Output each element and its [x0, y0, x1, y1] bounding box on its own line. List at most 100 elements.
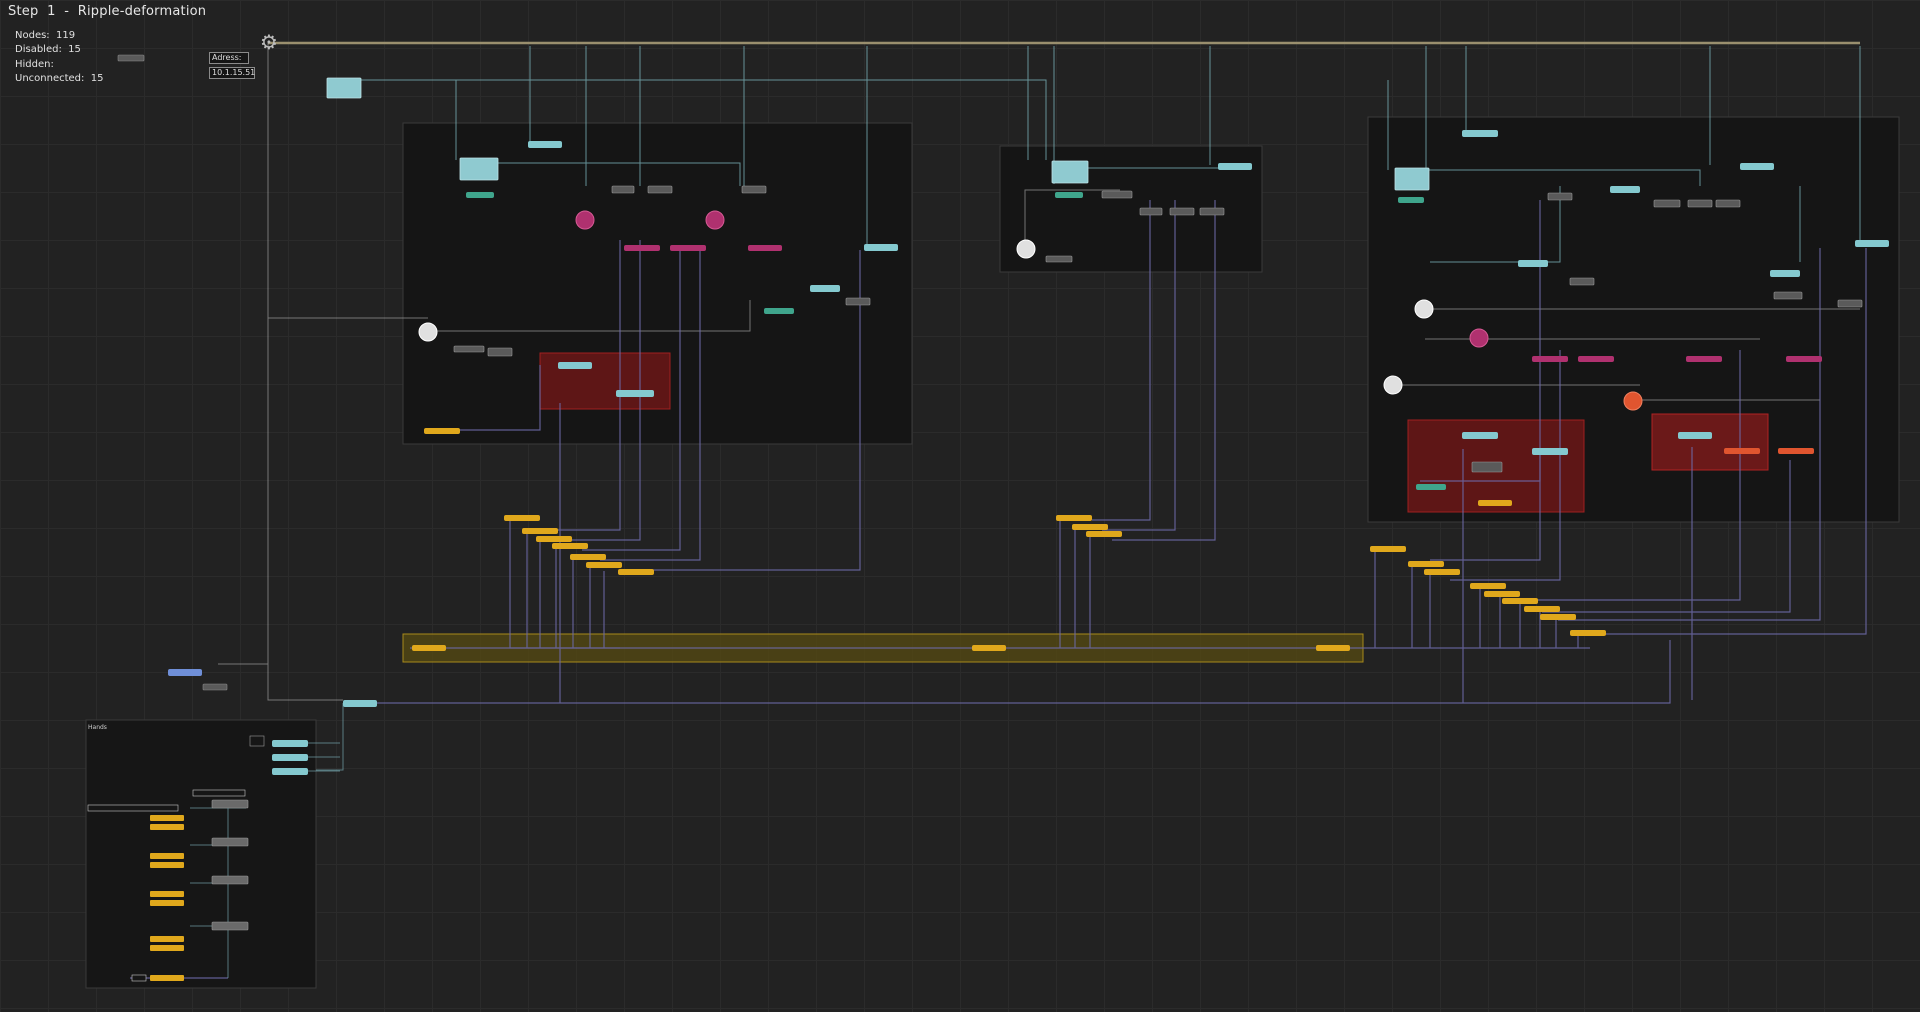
node-yellow-red-right[interactable] — [1478, 500, 1512, 506]
node-grey-right-b[interactable] — [1653, 199, 1681, 208]
hands-input-c[interactable] — [131, 974, 147, 982]
node-magenta-b[interactable] — [670, 245, 706, 251]
hands-yellow-7[interactable] — [150, 936, 184, 942]
hands-grey-b[interactable] — [211, 837, 249, 847]
hands-yellow-6[interactable] — [150, 900, 184, 906]
node-yellow-r7[interactable] — [1524, 606, 1560, 612]
node-yellow-m2[interactable] — [1072, 524, 1108, 530]
hands-yellow-9[interactable] — [150, 975, 184, 981]
hands-teal-b[interactable] — [272, 754, 308, 761]
node-grey-middle-b[interactable] — [1139, 207, 1163, 216]
node-teal-a[interactable] — [528, 141, 562, 148]
node-teal-right-c[interactable] — [1855, 240, 1889, 247]
hands-yellow-4[interactable] — [150, 862, 184, 868]
node-grey-right-e[interactable] — [1569, 277, 1595, 286]
node-grey-f[interactable] — [487, 347, 513, 357]
node-grey-c[interactable] — [741, 185, 767, 194]
node-grey-middle-d[interactable] — [1199, 207, 1225, 216]
node-teal-red-b[interactable] — [616, 390, 654, 397]
node-yellow-l1[interactable] — [504, 515, 540, 521]
node-green-middle[interactable] — [1055, 192, 1083, 198]
node-yellow-l2[interactable] — [522, 528, 558, 534]
hands-yellow-8[interactable] — [150, 945, 184, 951]
node-yellow-bus-b[interactable] — [972, 645, 1006, 651]
red-group-left[interactable] — [539, 352, 671, 410]
hands-grey-c[interactable] — [211, 875, 249, 885]
node-teal-right-f[interactable] — [1518, 260, 1548, 267]
node-yellow-bus-c[interactable] — [1316, 645, 1350, 651]
node-grey-right-a[interactable] — [1547, 192, 1573, 201]
node-teal-box-middle[interactable] — [1051, 160, 1089, 184]
node-grey-left[interactable] — [202, 683, 228, 691]
node-teal-right-e[interactable] — [1770, 270, 1800, 277]
node-teal-right-b[interactable] — [1740, 163, 1774, 170]
node-yellow-m3[interactable] — [1086, 531, 1122, 537]
hands-node-small[interactable] — [249, 735, 265, 747]
node-grey-right-d[interactable] — [1715, 199, 1741, 208]
node-teal-red-right-c[interactable] — [1678, 432, 1712, 439]
address-field[interactable]: 10.1.15.51 — [209, 67, 255, 79]
node-grey-middle-e[interactable] — [1045, 255, 1073, 263]
node-teal-red-right-b[interactable] — [1532, 448, 1568, 455]
node-teal-c[interactable] — [810, 285, 840, 292]
node-grey-b[interactable] — [647, 185, 673, 194]
node-grey-right-c[interactable] — [1687, 199, 1713, 208]
node-teal-right-a[interactable] — [1462, 130, 1498, 137]
node-magenta-c[interactable] — [748, 245, 782, 251]
node-magenta-right-c[interactable] — [1686, 356, 1722, 362]
node-magenta-right-a[interactable] — [1532, 356, 1568, 362]
hands-yellow-5[interactable] — [150, 891, 184, 897]
hands-yellow-3[interactable] — [150, 853, 184, 859]
hands-input-a[interactable] — [192, 789, 246, 797]
node-grey-middle-a[interactable] — [1101, 190, 1133, 199]
node-grey-right-f[interactable] — [1773, 291, 1803, 300]
red-group-right-b[interactable] — [1651, 413, 1769, 471]
node-magenta-circle-b[interactable] — [705, 210, 725, 230]
hands-teal-a[interactable] — [272, 740, 308, 747]
node-orange-circle-right[interactable] — [1623, 391, 1643, 411]
node-grey-a[interactable] — [611, 185, 635, 194]
node-teal-source[interactable] — [326, 77, 362, 99]
node-white-circle-right-b[interactable] — [1383, 375, 1403, 395]
node-magenta-right-d[interactable] — [1786, 356, 1822, 362]
hands-input-b[interactable] — [87, 804, 179, 812]
node-grey-red-right[interactable] — [1471, 461, 1503, 473]
node-yellow-l3[interactable] — [536, 536, 572, 542]
hands-grey-a[interactable] — [211, 799, 249, 809]
node-teal-b[interactable] — [864, 244, 898, 251]
node-yellow-m1[interactable] — [1056, 515, 1092, 521]
node-grey-e[interactable] — [453, 345, 485, 353]
node-yellow-bus-a[interactable] — [412, 645, 446, 651]
node-grey-topleft[interactable] — [117, 54, 145, 62]
node-green-right[interactable] — [1398, 197, 1424, 203]
node-yellow-l6[interactable] — [586, 562, 622, 568]
node-yellow-r1[interactable] — [1370, 546, 1406, 552]
node-green-a[interactable] — [466, 192, 494, 198]
node-white-circle-left[interactable] — [418, 322, 438, 342]
node-magenta-right-b[interactable] — [1578, 356, 1614, 362]
node-grey-right-g[interactable] — [1837, 299, 1863, 308]
node-teal-box-right[interactable] — [1394, 167, 1430, 191]
node-blue-left[interactable] — [168, 669, 202, 676]
node-white-circle-middle[interactable] — [1016, 239, 1036, 259]
node-teal-box-left[interactable] — [459, 157, 499, 181]
node-yellow-l4[interactable] — [552, 543, 588, 549]
node-orange-red-right-a[interactable] — [1724, 448, 1760, 454]
hands-yellow-2[interactable] — [150, 824, 184, 830]
node-teal-right-d[interactable] — [1610, 186, 1640, 193]
node-yellow-l7[interactable] — [618, 569, 654, 575]
node-yellow-r9[interactable] — [1570, 630, 1606, 636]
node-grey-d[interactable] — [845, 297, 871, 306]
gear-icon[interactable]: ⚙ — [258, 31, 280, 53]
node-orange-red-right-b[interactable] — [1778, 448, 1814, 454]
node-teal-hands-link[interactable] — [343, 700, 377, 707]
node-yellow-r8[interactable] — [1540, 614, 1576, 620]
hands-grey-d[interactable] — [211, 921, 249, 931]
node-white-circle-right-a[interactable] — [1414, 299, 1434, 319]
node-green-red-right[interactable] — [1416, 484, 1446, 490]
node-yellow-r6[interactable] — [1502, 598, 1538, 604]
node-magenta-circle-a[interactable] — [575, 210, 595, 230]
node-green-b[interactable] — [764, 308, 794, 314]
hands-teal-c[interactable] — [272, 768, 308, 775]
node-teal-middle-a[interactable] — [1218, 163, 1252, 170]
